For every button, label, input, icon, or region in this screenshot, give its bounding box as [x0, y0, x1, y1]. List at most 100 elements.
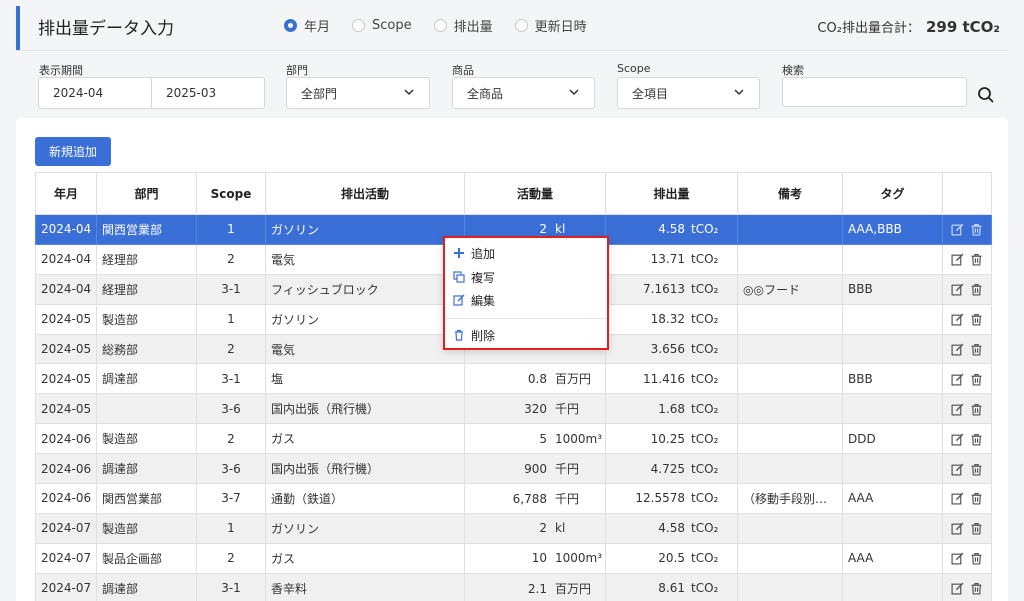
col-header[interactable]: 部門 — [96, 172, 197, 215]
cell-year-month: 2024-04 — [35, 273, 97, 305]
cell-activity: ガソリン — [265, 214, 465, 245]
radio-scope[interactable]: Scope — [352, 16, 412, 35]
edit-icon[interactable] — [951, 373, 964, 386]
context-menu-delete[interactable]: 削除 — [453, 325, 495, 345]
edit-icon[interactable] — [951, 552, 964, 565]
period-to-field[interactable]: 2025-03 — [151, 77, 265, 109]
radio-updated[interactable]: 更新日時 — [514, 16, 587, 35]
cell-emission: 13.71 tCO₂ — [605, 243, 738, 275]
emission-unit: tCO₂ — [691, 521, 719, 536]
trash-icon[interactable] — [970, 223, 983, 236]
emission-value: 10.25 — [650, 431, 685, 446]
table-row[interactable]: 2024-07 調達部 3-1 香辛料 2.1 百万円 8.61 tCO₂ — [35, 572, 992, 601]
trash-icon[interactable] — [970, 313, 983, 326]
edit-icon — [453, 294, 465, 306]
amount-unit: 千円 — [555, 402, 580, 417]
table-row[interactable]: 2024-07 製造部 1 ガソリン 2 kl 4.58 tCO₂ — [35, 512, 992, 544]
cell-year-month: 2024-05 — [35, 393, 97, 425]
table-row[interactable]: 2024-05 3-6 国内出張（飛行機） 320 千円 1.68 tCO₂ — [35, 393, 992, 425]
trash-icon[interactable] — [970, 253, 983, 266]
col-header[interactable]: 排出量 — [605, 172, 738, 215]
cell-note — [737, 303, 843, 335]
table-row[interactable]: 2024-06 製造部 2 ガス 5 1000m³ 10.25 tCO₂ DDD — [35, 423, 992, 455]
emission-value: 11.416 — [643, 371, 685, 386]
edit-icon[interactable] — [951, 582, 964, 595]
context-menu: 追加 複写 編集 削除 — [443, 236, 609, 350]
edit-icon[interactable] — [951, 403, 964, 416]
amount-unit: kl — [555, 521, 566, 536]
product-select[interactable]: 全商品 — [452, 77, 595, 109]
cell-tag: AAA — [842, 542, 943, 574]
trash-icon[interactable] — [970, 463, 983, 476]
edit-icon[interactable] — [951, 492, 964, 505]
context-menu-copy[interactable]: 複写 — [453, 267, 495, 287]
title-accent-bar — [16, 6, 20, 50]
edit-icon[interactable] — [951, 283, 964, 296]
edit-icon[interactable] — [951, 343, 964, 356]
amount-unit: kl — [555, 222, 566, 237]
cell-note — [737, 363, 843, 395]
emission-value: 3.656 — [650, 342, 685, 356]
cell-dept — [96, 393, 197, 425]
emission-value: 13.71 — [650, 252, 685, 267]
cell-activity: 塩 — [265, 363, 465, 395]
cell-year-month: 2024-06 — [35, 483, 97, 514]
emission-unit: tCO₂ — [691, 551, 719, 566]
search-icon[interactable] — [976, 85, 996, 105]
edit-icon[interactable] — [951, 253, 964, 266]
table-row[interactable]: 2024-07 製品企画部 2 ガス 10 1000m³ 20.5 tCO₂ AAA — [35, 542, 992, 574]
cell-scope: 1 — [196, 214, 266, 245]
search-input[interactable] — [782, 77, 967, 107]
trash-icon[interactable] — [970, 343, 983, 356]
edit-icon[interactable] — [951, 223, 964, 236]
add-new-button[interactable]: 新規追加 — [35, 137, 111, 166]
cell-scope: 2 — [196, 423, 266, 455]
col-header[interactable]: 活動量 — [464, 172, 606, 215]
table-row[interactable]: 2024-05 調達部 3-1 塩 0.8 百万円 11.416 tCO₂ BBB — [35, 363, 992, 395]
col-header[interactable]: Scope — [196, 172, 266, 215]
cell-scope: 3-7 — [196, 483, 266, 514]
cell-dept: 関西営業部 — [96, 483, 197, 514]
radio-emission[interactable]: 排出量 — [433, 16, 493, 35]
trash-icon[interactable] — [970, 522, 983, 535]
col-header[interactable]: 備考 — [737, 172, 843, 215]
page-title: 排出量データ入力 — [38, 19, 174, 39]
edit-icon[interactable] — [951, 433, 964, 446]
period-from-field[interactable]: 2024-04 — [38, 77, 152, 109]
cell-note — [737, 214, 843, 245]
amount-unit: 1000m³ — [555, 551, 603, 566]
col-header[interactable]: 排出活動 — [265, 172, 465, 215]
trash-icon[interactable] — [970, 403, 983, 416]
emission-unit: tCO₂ — [691, 222, 719, 237]
cell-dept: 製品企画部 — [96, 542, 197, 574]
cell-scope: 2 — [196, 333, 266, 365]
col-header[interactable]: タグ — [842, 172, 943, 215]
scope-select[interactable]: 全項目 — [617, 77, 760, 109]
trash-icon[interactable] — [970, 492, 983, 505]
dept-select[interactable]: 全部門 — [286, 77, 430, 109]
trash-icon[interactable] — [970, 433, 983, 446]
trash-icon[interactable] — [970, 582, 983, 595]
context-menu-add[interactable]: 追加 — [453, 243, 495, 263]
edit-icon[interactable] — [951, 313, 964, 326]
page-header: 排出量データ入力 年月 Scope 排出量 更新日時 CO₂排出量合計： 299 … — [0, 0, 1024, 50]
edit-icon[interactable] — [951, 522, 964, 535]
trash-icon[interactable] — [970, 283, 983, 296]
col-header[interactable]: 年月 — [35, 172, 97, 215]
radio-dot — [284, 19, 297, 32]
cell-amount: 2.1 百万円 — [464, 572, 606, 601]
edit-icon[interactable] — [951, 463, 964, 476]
cell-scope: 3-1 — [196, 572, 266, 601]
trash-icon[interactable] — [970, 373, 983, 386]
trash-icon[interactable] — [970, 552, 983, 565]
cell-emission: 4.58 tCO₂ — [605, 214, 738, 245]
table-row[interactable]: 2024-06 関西営業部 3-7 通勤（鉄道） 6,788 千円 12.5578 tCO₂ （… — [35, 483, 992, 514]
radio-year-month[interactable]: 年月 — [284, 16, 330, 35]
context-menu-edit[interactable]: 編集 — [453, 290, 495, 310]
table-row[interactable]: 2024-06 調達部 3-6 国内出張（飛行機） 900 千円 4.725 tCO₂ — [35, 453, 992, 485]
amount-value: 5 — [539, 431, 547, 446]
chevron-down-icon — [404, 89, 414, 96]
cell-tag: DDD — [842, 423, 943, 455]
cell-emission: 12.5578 tCO₂ — [605, 483, 738, 514]
amount-unit: 1000m³ — [555, 431, 603, 446]
